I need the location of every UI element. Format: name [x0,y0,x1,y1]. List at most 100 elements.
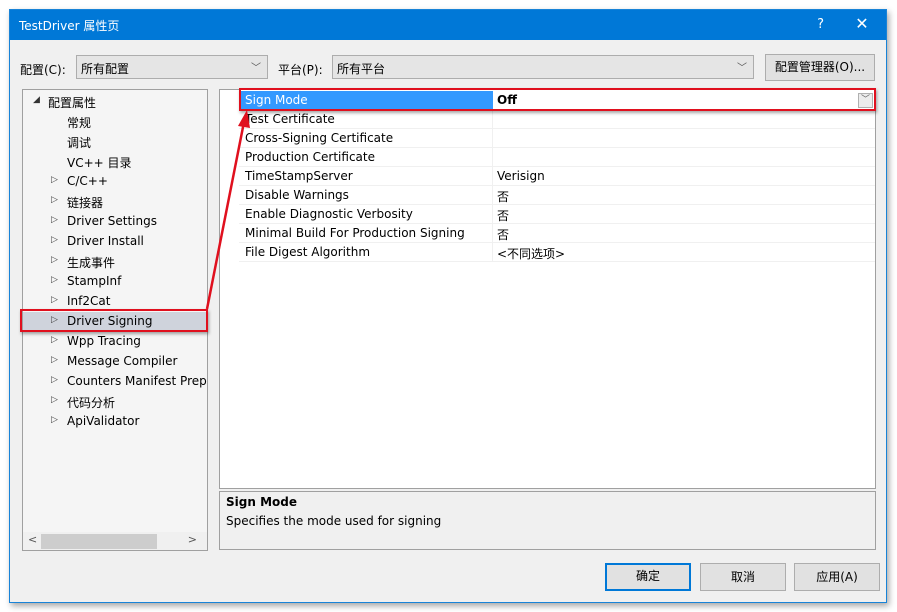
description-title: Sign Mode [226,495,297,509]
tree-item-label: ApiValidator [67,414,140,428]
configuration-select[interactable]: 所有配置 ﹀ [76,55,268,79]
property-name: Production Certificate [239,148,493,167]
expand-arrow-icon[interactable]: ▷ [51,395,58,405]
tree-item-stampinf[interactable]: ▷ StampInf [23,272,207,292]
configuration-label: 配置(C): [20,63,66,77]
property-row-timestampserver[interactable]: TimeStampServer Verisign [239,167,875,186]
property-row-test-certificate[interactable]: Test Certificate [239,110,875,129]
expand-arrow-icon[interactable]: ▷ [51,195,58,205]
property-name: Disable Warnings [239,186,493,205]
property-row-sign-mode[interactable]: Sign Mode Off ﹀ [239,91,875,110]
tree-item-label: Counters Manifest Preprocessor [67,374,207,388]
category-tree: ◢ 配置属性 常规 调试 VC++ 目录 ▷ C/C++ ▷ 链接器 ▷ Dri… [22,89,208,551]
expand-arrow-icon[interactable]: ▷ [51,255,58,265]
property-value[interactable]: Verisign [493,167,875,186]
cancel-button[interactable]: 取消 [700,563,786,591]
property-pages-dialog: TestDriver 属性页 ? ✕ 配置(C): 所有配置 ﹀ 平台(P): … [9,9,887,603]
tree-item-label: VC++ 目录 [67,156,132,170]
property-row-disable-warnings[interactable]: Disable Warnings 否 [239,186,875,205]
tree-item-driver-install[interactable]: ▷ Driver Install [23,232,207,252]
tree-item-label: Driver Signing [67,314,153,328]
configuration-manager-button[interactable]: 配置管理器(O)... [765,54,875,81]
tree-item-label: Driver Settings [67,214,157,228]
scroll-right-icon[interactable]: > [188,533,197,546]
property-row-enable-diagnostic-verbosity[interactable]: Enable Diagnostic Verbosity 否 [239,205,875,224]
scrollbar-thumb[interactable] [41,534,157,549]
property-name: Enable Diagnostic Verbosity [239,205,493,224]
scroll-left-icon[interactable]: < [28,533,37,546]
tree-item-c-cpp[interactable]: ▷ C/C++ [23,172,207,192]
property-name: Sign Mode [239,91,493,110]
tree-item-label: Wpp Tracing [67,334,141,348]
tree-item-code-analysis[interactable]: ▷ 代码分析 [23,392,207,412]
platform-select[interactable]: 所有平台 ﹀ [332,55,754,79]
help-icon[interactable]: ? [817,17,824,32]
tree-item-configuration-properties[interactable]: ◢ 配置属性 [23,92,207,112]
tree-item-wpp-tracing[interactable]: ▷ Wpp Tracing [23,332,207,352]
tree-item-driver-settings[interactable]: ▷ Driver Settings [23,212,207,232]
platform-label: 平台(P): [278,63,323,77]
tree-item-label: 配置属性 [48,96,97,110]
property-value[interactable] [493,110,875,129]
property-value[interactable]: <不同选项> [493,243,875,262]
tree-item-linker[interactable]: ▷ 链接器 [23,192,207,212]
property-value[interactable]: 否 [493,205,875,224]
tree-item-label: StampInf [67,274,122,288]
apply-button[interactable]: 应用(A) [794,563,880,591]
chevron-down-icon[interactable]: ﹀ [858,93,873,108]
tree-item-label: 链接器 [67,196,104,210]
property-value[interactable]: 否 [493,224,875,243]
tree-item-general[interactable]: 常规 [23,112,207,132]
tree-item-label: 调试 [67,136,92,150]
tree-item-counters-manifest-preprocessor[interactable]: ▷ Counters Manifest Preprocessor [23,372,207,392]
property-row-file-digest-algorithm[interactable]: File Digest Algorithm <不同选项> [239,243,875,262]
dialog-title: TestDriver 属性页 [19,19,120,33]
title-bar: TestDriver 属性页 ? ✕ [10,10,886,40]
property-grid: Sign Mode Off ﹀ Test Certificate Cross-S… [219,89,876,489]
property-name: Test Certificate [239,110,493,129]
expand-arrow-icon[interactable]: ▷ [51,275,58,285]
tree-item-debugging[interactable]: 调试 [23,132,207,152]
property-name: File Digest Algorithm [239,243,493,262]
ok-button[interactable]: 确定 [605,563,691,591]
expand-arrow-icon[interactable]: ▷ [51,315,58,325]
chevron-down-icon: ﹀ [737,63,747,74]
platform-value: 所有平台 [337,62,386,76]
tree-item-driver-signing[interactable]: ▷ Driver Signing [23,312,207,332]
collapse-arrow-icon[interactable]: ◢ [33,95,40,105]
chevron-down-icon: ﹀ [251,63,261,74]
property-name: TimeStampServer [239,167,493,186]
property-row-production-certificate[interactable]: Production Certificate [239,148,875,167]
expand-arrow-icon[interactable]: ▷ [51,215,58,225]
tree-item-label: Driver Install [67,234,144,248]
expand-arrow-icon[interactable]: ▷ [51,175,58,185]
tree-item-label: C/C++ [67,174,108,188]
expand-arrow-icon[interactable]: ▷ [51,355,58,365]
tree-item-label: 生成事件 [67,256,116,270]
property-value[interactable] [493,129,875,148]
tree-item-build-events[interactable]: ▷ 生成事件 [23,252,207,272]
property-value[interactable] [493,148,875,167]
expand-arrow-icon[interactable]: ▷ [51,295,58,305]
property-name: Minimal Build For Production Signing [239,224,493,243]
configuration-value: 所有配置 [81,62,130,76]
tree-item-vc-directories[interactable]: VC++ 目录 [23,152,207,172]
property-row-cross-signing-certificate[interactable]: Cross-Signing Certificate [239,129,875,148]
tree-item-label: 常规 [67,116,92,130]
property-value-select[interactable]: Off [493,91,875,110]
property-row-minimal-build[interactable]: Minimal Build For Production Signing 否 [239,224,875,243]
property-value[interactable]: 否 [493,186,875,205]
description-panel: Sign Mode Specifies the mode used for si… [219,491,876,550]
property-name: Cross-Signing Certificate [239,129,493,148]
tree-item-message-compiler[interactable]: ▷ Message Compiler [23,352,207,372]
expand-arrow-icon[interactable]: ▷ [51,235,58,245]
tree-item-apivalidator[interactable]: ▷ ApiValidator [23,412,207,432]
close-icon[interactable]: ✕ [850,14,874,33]
tree-item-label: Message Compiler [67,354,178,368]
tree-item-label: Inf2Cat [67,294,111,308]
expand-arrow-icon[interactable]: ▷ [51,335,58,345]
expand-arrow-icon[interactable]: ▷ [51,415,58,425]
expand-arrow-icon[interactable]: ▷ [51,375,58,385]
horizontal-scrollbar[interactable]: < > [23,532,207,550]
tree-item-inf2cat[interactable]: ▷ Inf2Cat [23,292,207,312]
